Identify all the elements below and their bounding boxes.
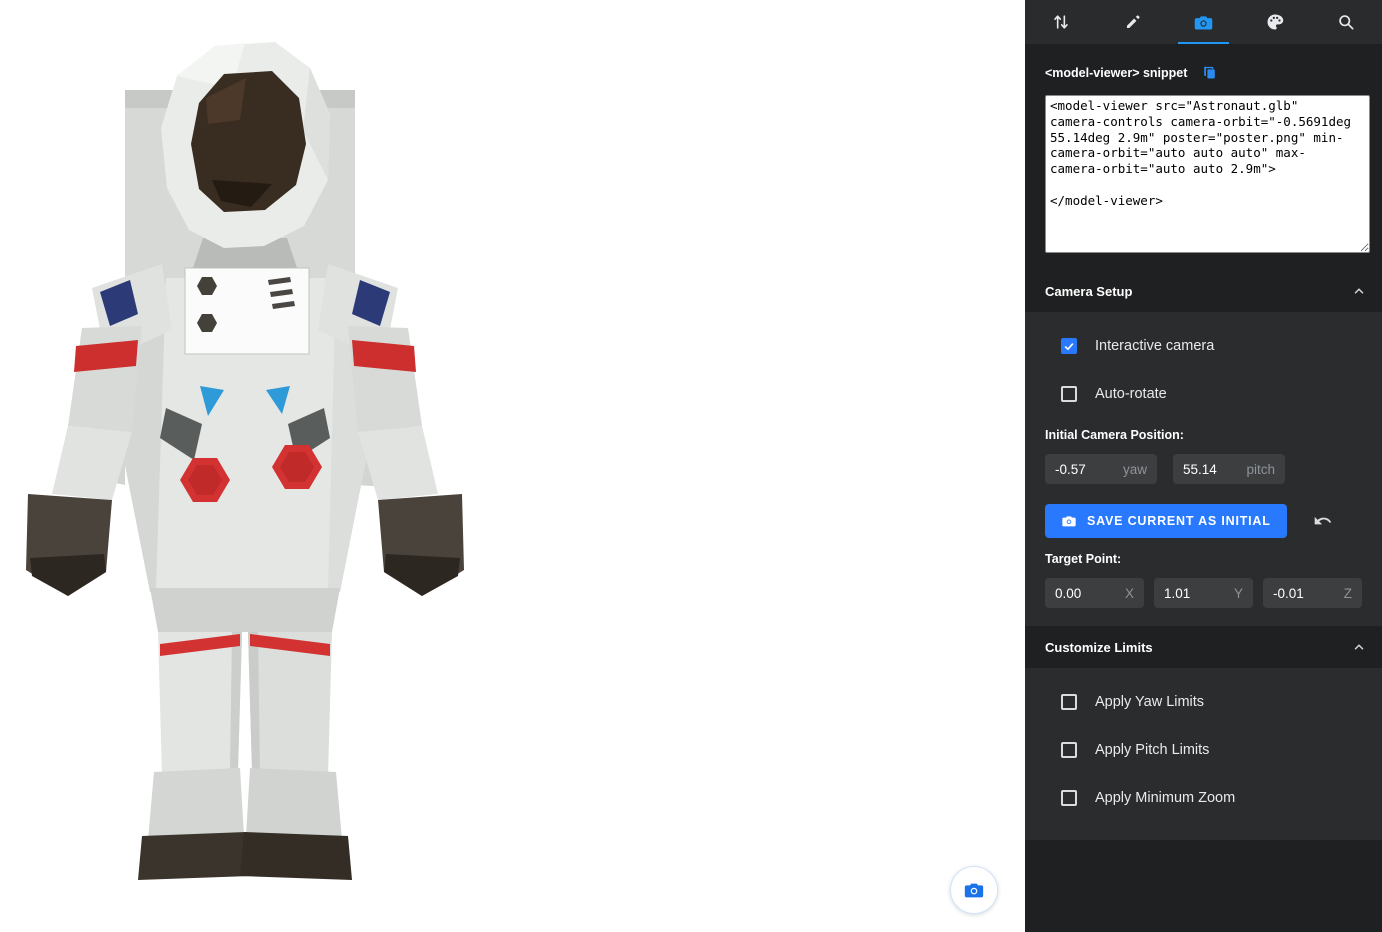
target-point-label: Target Point: <box>1045 552 1362 566</box>
apply-minimum-zoom-row[interactable]: Apply Minimum Zoom <box>1045 774 1362 822</box>
apply-yaw-limits-checkbox[interactable] <box>1061 694 1077 710</box>
yaw-unit-label: yaw <box>1123 462 1147 477</box>
apply-pitch-limits-label: Apply Pitch Limits <box>1095 742 1209 758</box>
auto-rotate-row[interactable]: Auto-rotate <box>1045 370 1362 418</box>
tab-materials[interactable] <box>1239 0 1310 44</box>
search-icon <box>1336 12 1356 32</box>
camera-setup-header[interactable]: Camera Setup <box>1025 270 1382 312</box>
tab-edit[interactable] <box>1096 0 1167 44</box>
interactive-camera-label: Interactive camera <box>1095 338 1214 354</box>
target-y-axis-label: Y <box>1234 586 1243 601</box>
camera-setup-title: Camera Setup <box>1045 284 1132 299</box>
apply-pitch-limits-checkbox[interactable] <box>1061 742 1077 758</box>
palette-icon <box>1265 12 1285 32</box>
tab-import-export[interactable] <box>1025 0 1096 44</box>
target-z-axis-label: Z <box>1344 586 1352 601</box>
apply-minimum-zoom-label: Apply Minimum Zoom <box>1095 790 1235 806</box>
customize-limits-title: Customize Limits <box>1045 640 1153 655</box>
target-x-field[interactable]: 0.00 X <box>1045 578 1144 608</box>
import-export-icon <box>1051 12 1071 32</box>
save-button-label: SAVE CURRENT AS INITIAL <box>1087 514 1271 528</box>
save-row: SAVE CURRENT AS INITIAL <box>1045 504 1362 538</box>
target-z-field[interactable]: -0.01 Z <box>1263 578 1362 608</box>
pitch-field[interactable]: 55.14 pitch <box>1173 454 1285 484</box>
customize-limits-body: Apply Yaw Limits Apply Pitch Limits Appl… <box>1025 668 1382 840</box>
target-x-value: 0.00 <box>1055 586 1081 601</box>
interactive-camera-checkbox[interactable] <box>1061 338 1077 354</box>
customize-limits-header[interactable]: Customize Limits <box>1025 626 1382 668</box>
copy-icon <box>1201 64 1218 81</box>
initial-position-fields: -0.57 yaw 55.14 pitch <box>1045 454 1362 484</box>
camera-icon <box>1193 12 1214 33</box>
model-viewer-editor: <model-viewer> snippet <model-viewer src… <box>0 0 1382 932</box>
pitch-value: 55.14 <box>1183 462 1217 477</box>
undo-initial-camera-button[interactable] <box>1313 511 1333 531</box>
chevron-up-icon <box>1352 640 1366 654</box>
target-x-axis-label: X <box>1125 586 1134 601</box>
target-z-value: -0.01 <box>1273 586 1304 601</box>
interactive-camera-row[interactable]: Interactive camera <box>1045 322 1362 370</box>
apply-pitch-limits-row[interactable]: Apply Pitch Limits <box>1045 726 1362 774</box>
apply-yaw-limits-label: Apply Yaw Limits <box>1095 694 1204 710</box>
snippet-code-wrap: <model-viewer src="Astronaut.glb" camera… <box>1025 95 1382 258</box>
tab-camera[interactable] <box>1168 0 1239 44</box>
yaw-value: -0.57 <box>1055 462 1086 477</box>
pencil-icon <box>1123 13 1142 32</box>
snippet-title: <model-viewer> snippet <box>1045 66 1187 80</box>
snippet-code-textarea[interactable]: <model-viewer src="Astronaut.glb" camera… <box>1045 95 1370 253</box>
camera-setup-body: Interactive camera Auto-rotate Initial C… <box>1025 312 1382 626</box>
check-icon <box>1063 340 1075 353</box>
target-y-field[interactable]: 1.01 Y <box>1154 578 1253 608</box>
apply-yaw-limits-row[interactable]: Apply Yaw Limits <box>1045 678 1362 726</box>
panel-tabbar <box>1025 0 1382 44</box>
editor-panel: <model-viewer> snippet <model-viewer src… <box>1025 0 1382 932</box>
camera-icon <box>963 879 985 901</box>
target-y-value: 1.01 <box>1164 586 1190 601</box>
save-current-as-initial-button[interactable]: SAVE CURRENT AS INITIAL <box>1045 504 1287 538</box>
chevron-up-icon <box>1352 284 1366 298</box>
model-viewport[interactable] <box>0 0 1025 932</box>
copy-snippet-button[interactable] <box>1201 64 1218 81</box>
panel-spacer <box>1025 840 1382 932</box>
download-screenshot-button[interactable] <box>950 866 998 914</box>
camera-icon <box>1061 513 1077 529</box>
undo-icon <box>1313 511 1333 531</box>
target-point-fields: 0.00 X 1.01 Y -0.01 Z <box>1045 578 1362 608</box>
tab-inspector[interactable] <box>1311 0 1382 44</box>
initial-camera-position-label: Initial Camera Position: <box>1045 428 1362 442</box>
auto-rotate-label: Auto-rotate <box>1095 386 1167 402</box>
auto-rotate-checkbox[interactable] <box>1061 386 1077 402</box>
yaw-field[interactable]: -0.57 yaw <box>1045 454 1157 484</box>
pitch-unit-label: pitch <box>1246 462 1275 477</box>
astronaut-model <box>10 30 480 890</box>
astronaut-scene <box>10 30 480 895</box>
snippet-header: <model-viewer> snippet <box>1025 44 1382 95</box>
apply-minimum-zoom-checkbox[interactable] <box>1061 790 1077 806</box>
